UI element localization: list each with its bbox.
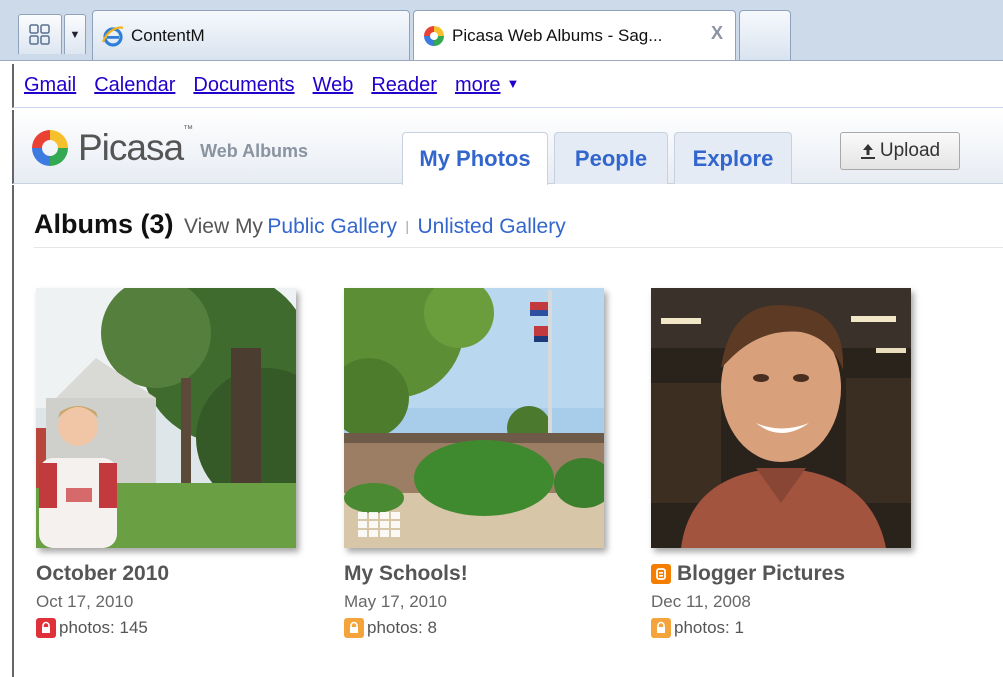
quick-tabs-button[interactable] [18, 14, 62, 54]
unlisted-gallery-link[interactable]: Unlisted Gallery [418, 215, 566, 238]
tab-people[interactable]: People [554, 132, 668, 184]
album-card-blogger-pictures[interactable]: Blogger Pictures Dec 11, 2008 photos: 1 [651, 288, 913, 638]
tab-title: ContentM [131, 25, 205, 45]
page-title: Albums (3) [34, 209, 174, 239]
upload-icon [860, 144, 875, 159]
album-thumbnail[interactable] [36, 288, 296, 548]
album-photo-count: photos: 8 [344, 618, 606, 638]
view-my-label: View My [183, 215, 263, 238]
picasa-logo-icon [32, 130, 68, 166]
browser-tab-contentm[interactable]: ContentM [92, 10, 410, 60]
public-gallery-link[interactable]: Public Gallery [267, 215, 397, 238]
gbar-link-documents[interactable]: Documents [193, 74, 294, 97]
gbar-link-gmail[interactable]: Gmail [24, 74, 76, 97]
gbar-link-calendar[interactable]: Calendar [94, 74, 175, 97]
gbar-more-menu[interactable]: more ▼ [455, 74, 519, 97]
browser-tab-picasa[interactable]: Picasa Web Albums - Sag... X [413, 10, 736, 60]
albums-heading-row: Albums (3) View My Public Gallery | Unli… [34, 209, 1003, 248]
gbar-link-more[interactable]: more [455, 74, 501, 96]
upload-button[interactable]: Upload [840, 132, 960, 170]
quick-tabs-group: ▼ [18, 14, 88, 54]
album-photo-count: photos: 1 [651, 618, 913, 638]
album-title[interactable]: Blogger Pictures [651, 562, 913, 586]
logo-wordmark: Picasa™ [78, 124, 193, 168]
chevron-down-icon[interactable]: ▼ [507, 76, 520, 91]
album-cover-image [651, 288, 911, 548]
picasa-icon [424, 25, 444, 46]
upload-label: Upload [879, 140, 941, 161]
google-bar-links: Gmail Calendar Documents Web Reader more… [24, 74, 519, 97]
album-thumbnail[interactable] [651, 288, 911, 548]
new-tab-button[interactable] [739, 10, 791, 60]
main-content: Albums (3) View My Public Gallery | Unli… [12, 185, 1003, 677]
album-title[interactable]: October 2010 [36, 562, 298, 586]
close-icon[interactable]: X [711, 23, 723, 44]
ie-icon [101, 25, 124, 47]
divider: | [405, 218, 410, 234]
lock-icon [344, 618, 364, 638]
album-date: Dec 11, 2008 [651, 592, 751, 611]
chevron-down-icon: ▼ [69, 28, 81, 41]
logo-subtitle: Web Albums [200, 141, 309, 161]
tab-my-photos[interactable]: My Photos [402, 132, 548, 185]
album-card-october-2010[interactable]: October 2010 Oct 17, 2010 photos: 145 [36, 288, 298, 638]
album-card-my-schools[interactable]: My Schools! May 17, 2010 photos: 8 [344, 288, 606, 638]
tab-explore[interactable]: Explore [674, 132, 792, 184]
quick-tabs-icon [29, 23, 50, 45]
picasa-logo[interactable]: Picasa™ Web Albums [30, 124, 309, 168]
album-title[interactable]: My Schools! [344, 562, 606, 586]
picasa-header: Picasa™ Web Albums My Photos People Expl… [12, 110, 1003, 185]
browser-tab-strip: ▼ ContentM Picasa Web Albums - Sag... X [0, 0, 1003, 61]
gbar-link-reader[interactable]: Reader [371, 74, 437, 97]
tab-list-dropdown[interactable]: ▼ [64, 14, 86, 54]
album-cover-image [36, 288, 296, 548]
album-thumbnail[interactable] [344, 288, 604, 548]
lock-icon [36, 618, 56, 638]
gbar-link-web[interactable]: Web [313, 74, 354, 97]
album-cover-image [344, 288, 604, 548]
blogger-icon [651, 564, 671, 584]
google-bar: Gmail Calendar Documents Web Reader more… [12, 64, 1003, 108]
lock-icon [651, 618, 671, 638]
album-date: Oct 17, 2010 [36, 592, 134, 611]
album-date: May 17, 2010 [344, 592, 448, 611]
tab-title: Picasa Web Albums - Sag... [452, 25, 663, 45]
album-photo-count: photos: 145 [36, 618, 298, 638]
